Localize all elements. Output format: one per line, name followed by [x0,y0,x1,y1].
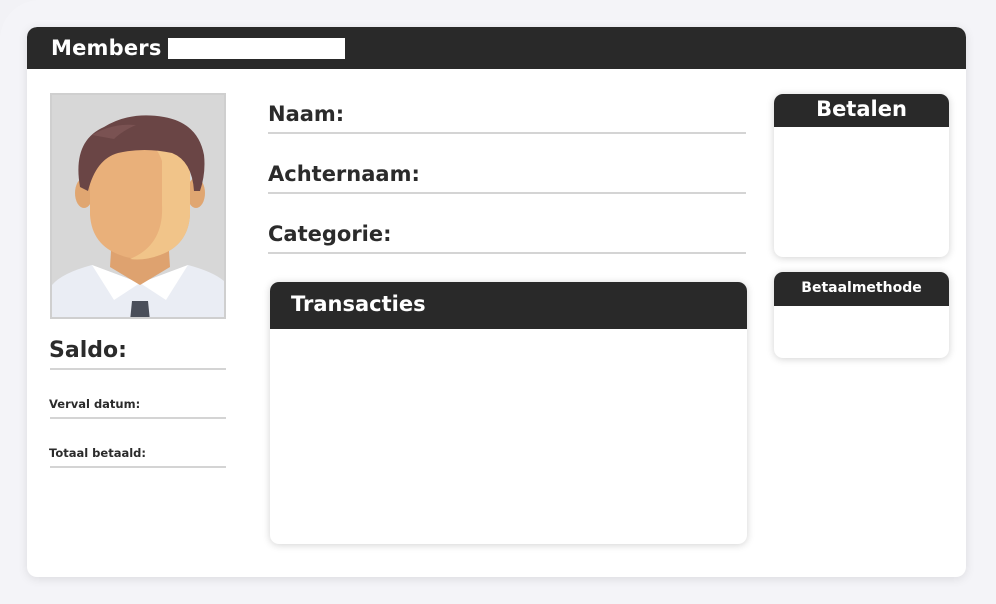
achternaam-label: Achternaam: [268,162,420,186]
betaalmethode-panel[interactable]: Betaalmethode [774,272,949,358]
transacties-panel: Transacties [270,282,747,544]
transacties-header: Transacties [270,282,747,329]
achternaam-field[interactable] [268,192,746,194]
title-bar: Members [27,27,966,69]
betalen-panel[interactable]: Betalen [774,94,949,257]
verval-datum-label: Verval datum: [49,397,141,411]
verval-datum-divider [50,417,226,419]
betalen-header: Betalen [774,94,949,127]
naam-label: Naam: [268,102,345,126]
window-title: Members [51,36,162,60]
totaal-betaald-divider [50,466,226,468]
betaalmethode-header: Betaalmethode [774,272,949,306]
search-input[interactable] [168,38,345,59]
member-photo [50,93,226,319]
saldo-label: Saldo: [49,338,127,363]
members-window: Members Saldo: Verval datum: Totaal beta… [27,27,966,577]
avatar-icon [52,95,224,317]
saldo-divider [50,368,226,370]
categorie-label: Categorie: [268,222,392,246]
totaal-betaald-label: Totaal betaald: [49,446,147,460]
naam-field[interactable] [268,132,746,134]
categorie-field[interactable] [268,252,746,254]
